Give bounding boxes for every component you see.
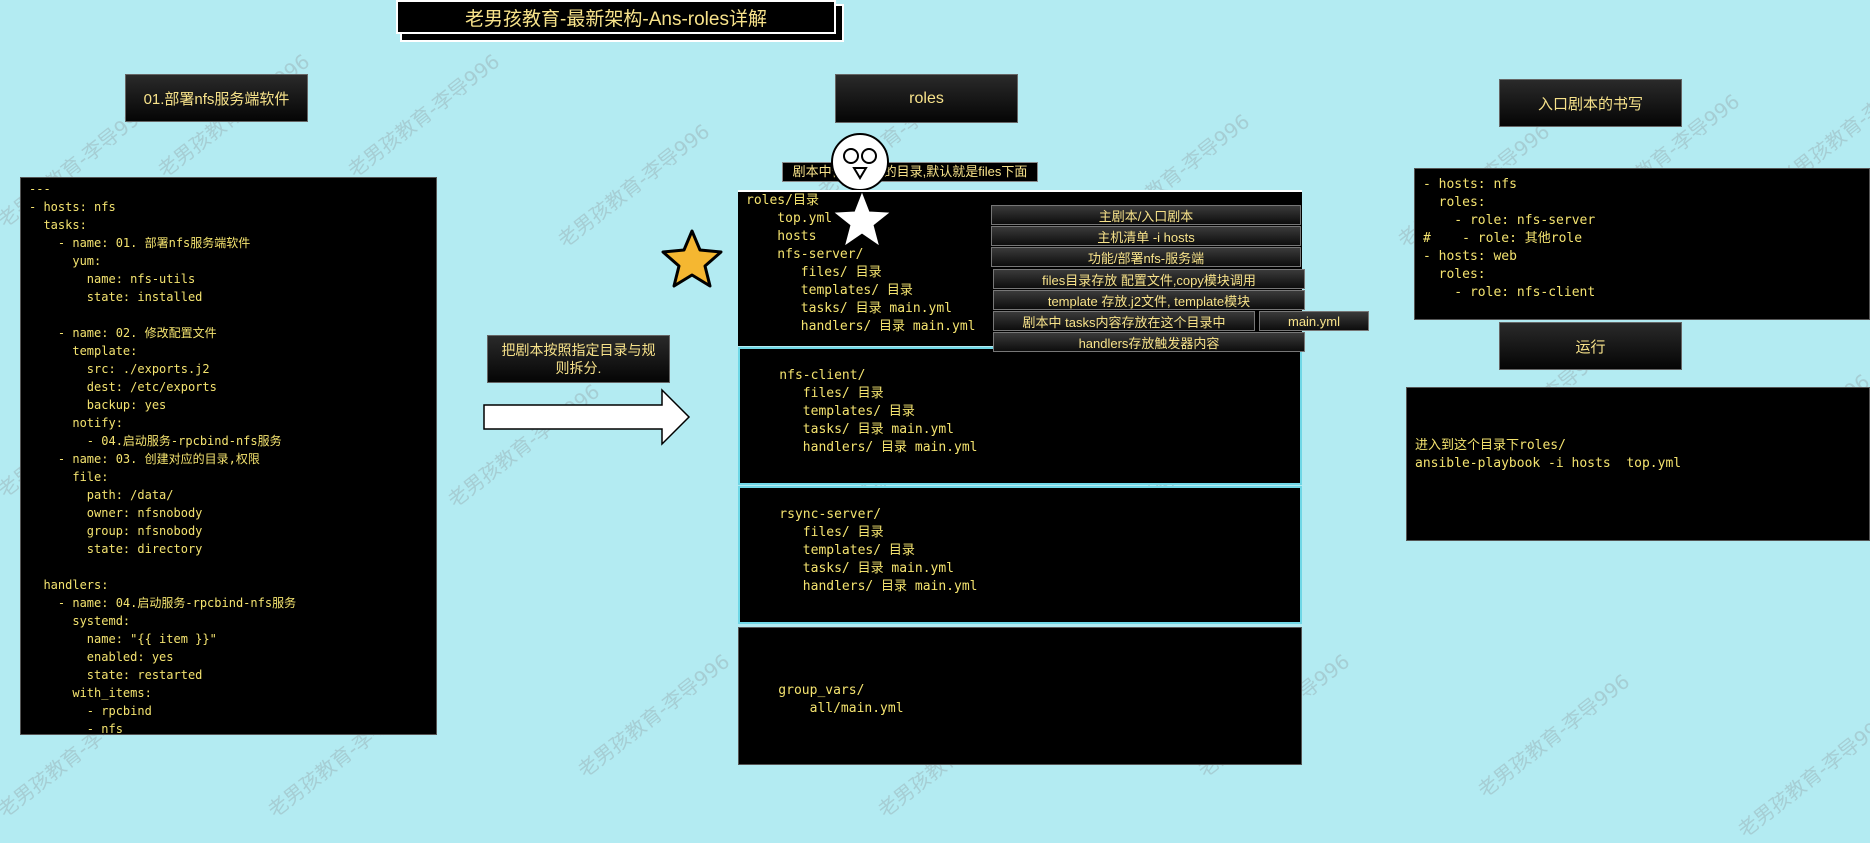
code-line: dest: /etc/exports [29, 380, 217, 394]
code-line: state: restarted [29, 668, 203, 682]
main-yml-tag: main.yml [1259, 311, 1369, 331]
code-line: - nfs [29, 722, 123, 735]
code-line: handlers: [29, 578, 109, 592]
star-icon [661, 229, 723, 288]
code-line: # - role: 其他role [1423, 231, 1583, 246]
code-line: group: nfsnobody [29, 524, 203, 538]
run-header: 运行 [1499, 322, 1682, 370]
code-line: with_items: [29, 686, 152, 700]
code-line: backup: yes [29, 398, 167, 412]
roles-tree-group-vars: group_vars/ all/main.yml [738, 627, 1302, 765]
code-line: notify: [29, 416, 123, 430]
code-line: 进入到这个目录下roles/ [1415, 438, 1566, 453]
roles-section-header: roles [835, 74, 1018, 123]
code-line: - name: 02. 修改配置文件 [29, 326, 217, 340]
code-line: --- [29, 182, 51, 196]
code-line: yum: [29, 254, 102, 268]
watermark-text: 老男孩教育-李导996 [573, 649, 735, 783]
code-line: name: nfs-utils [29, 272, 196, 286]
code-line: - hosts: nfs [1423, 177, 1517, 192]
run-command-code: 进入到这个目录下roles/ansible-playbook -i hosts … [1406, 387, 1870, 541]
roles-tree-nfs-client: nfs-client/ files/ 目录 templates/ 目录 task… [738, 347, 1302, 485]
code-line: files/ 目录 [748, 386, 884, 401]
annotation-files: files目录存放 配置文件,copy模块调用 [993, 269, 1305, 289]
code-line: owner: nfsnobody [29, 506, 203, 520]
code-line: rsync-server/ [748, 507, 882, 522]
code-line: - rpcbind [29, 704, 152, 718]
white-star-icon [834, 192, 890, 246]
code-line: roles: [1423, 267, 1486, 282]
code-line: tasks/ 目录 main.yml [748, 422, 955, 437]
left-section-header: 01.部署nfs服务端软件 [125, 74, 308, 122]
code-line: templates/ 目录 [748, 543, 915, 558]
roles-tree-rsync-server: rsync-server/ files/ 目录 templates/ 目录 ta… [738, 486, 1302, 624]
code-line: handlers/ 目录 main.yml [748, 440, 978, 455]
code-line: group_vars/ [747, 683, 865, 698]
annotation-nfs-server: 功能/部署nfs-服务端 [991, 247, 1301, 267]
code-line: - hosts: web [1423, 249, 1517, 264]
files-directory-note: 剧本中使用文件的目录,默认就是files下面 [782, 162, 1038, 182]
code-line: all/main.yml [747, 701, 904, 716]
nfs-playbook-code: --- - hosts: nfs tasks: - name: 01. 部署nfs… [20, 177, 437, 735]
code-line: - name: 04.启动服务-rpcbind-nfs服务 [29, 596, 297, 610]
code-line: roles: [1423, 195, 1486, 210]
code-line: state: installed [29, 290, 203, 304]
page-title: 老男孩教育-最新架构-Ans-roles详解 [396, 0, 836, 34]
code-line: tasks/ 目录 main.yml [748, 561, 955, 576]
code-line: templates/ 目录 [748, 404, 915, 419]
code-line: tasks: [29, 218, 87, 232]
right-arrow-icon [483, 388, 691, 446]
code-line: enabled: yes [29, 650, 174, 664]
code-line: systemd: [29, 614, 131, 628]
annotation-templates: template 存放.j2文件, template模块 [993, 290, 1305, 310]
code-line: file: [29, 470, 109, 484]
code-line: - role: nfs-server [1423, 213, 1596, 228]
code-line: ansible-playbook -i hosts top.yml [1415, 456, 1682, 471]
code-line: - 04.启动服务-rpcbind-nfs服务 [29, 434, 282, 448]
code-line: state: directory [29, 542, 203, 556]
watermark-text: 老男孩教育-李导996 [1473, 669, 1635, 803]
annotation-handlers: handlers存放触发器内容 [993, 332, 1305, 352]
code-line: nfs-client/ [748, 368, 866, 383]
code-line: files/ 目录 [748, 525, 884, 540]
annotation-hosts: 主机清单 -i hosts [991, 226, 1301, 246]
code-line: path: /data/ [29, 488, 174, 502]
entry-playbook-code: - hosts: nfs roles: - role: nfs-server # … [1414, 168, 1870, 320]
entry-playbook-header: 入口剧本的书写 [1499, 79, 1682, 127]
code-line: src: ./exports.j2 [29, 362, 210, 376]
split-instruction-label: 把剧本按照指定目录与规则拆分. [487, 335, 670, 383]
annotation-tasks: 剧本中 tasks内容存放在这个目录中 [993, 311, 1255, 331]
code-line: - name: 01. 部署nfs服务端软件 [29, 236, 251, 250]
code-line: name: "{{ item }}" [29, 632, 217, 646]
owl-avatar-icon [831, 133, 889, 191]
code-line: - name: 03. 创建对应的目录,权限 [29, 452, 260, 466]
code-line: - role: nfs-client [1423, 285, 1596, 300]
code-line: template: [29, 344, 138, 358]
watermark-text: 老男孩教育-李导996 [1733, 709, 1870, 843]
annotation-top-yml: 主剧本/入口剧本 [991, 205, 1301, 225]
code-line: - hosts: nfs [29, 200, 116, 214]
code-line: handlers/ 目录 main.yml [748, 579, 978, 594]
watermark-text: 老男孩教育-李导996 [343, 49, 505, 183]
